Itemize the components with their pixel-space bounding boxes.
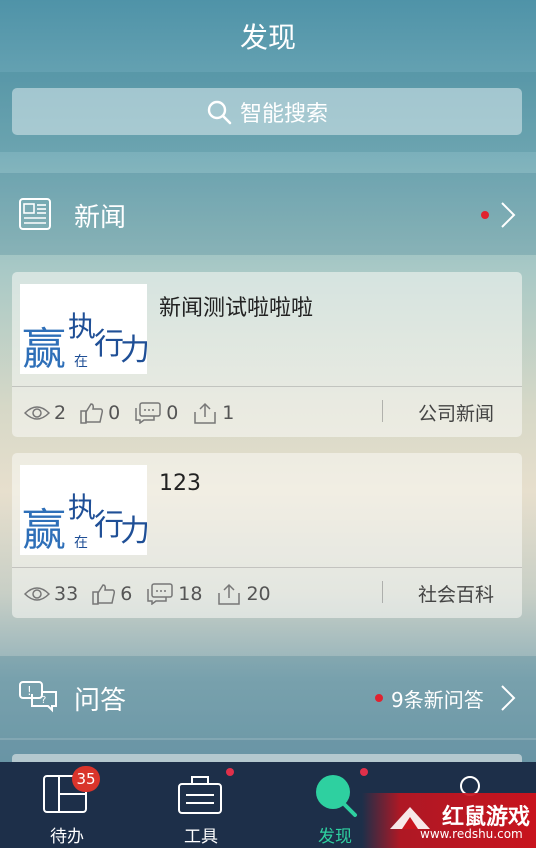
views-stat: 2 (24, 402, 66, 424)
thumbs-up-icon (92, 584, 116, 605)
comments-stat[interactable]: 0 (134, 402, 178, 424)
views-count: 33 (54, 583, 79, 605)
tab-label: 工具 (184, 827, 218, 847)
svg-text:?: ? (41, 695, 46, 706)
share-icon (194, 402, 217, 424)
views-count: 2 (54, 402, 67, 424)
watermark: 红鼠游戏 www.redshu.com (362, 793, 536, 848)
svg-text:执: 执 (68, 491, 96, 524)
divider (382, 581, 383, 603)
newspaper-icon (19, 198, 51, 230)
qa-unread-dot (375, 694, 383, 702)
toolbox-icon (178, 776, 222, 814)
news-category: 社会百科 (417, 584, 494, 606)
comments-stat[interactable]: 18 (146, 583, 202, 605)
news-card[interactable]: 赢 执 在 行 力 新闻测试啦啦啦 2 0 0 1 公司新闻 (12, 272, 522, 437)
news-title: 新闻测试啦啦啦 (159, 296, 314, 321)
svg-text:赢: 赢 (22, 505, 66, 555)
eye-icon (24, 406, 50, 420)
search-bar[interactable]: 智能搜索 (12, 88, 522, 135)
thumbs-up-icon (80, 403, 104, 424)
comments-count: 18 (178, 583, 203, 605)
svg-text:在: 在 (74, 535, 88, 551)
news-stats: 33 6 18 20 (24, 581, 285, 607)
likes-stat[interactable]: 6 (92, 583, 132, 605)
shares-stat[interactable]: 1 (192, 402, 234, 424)
discover-unread-dot (360, 768, 368, 776)
divider (12, 567, 522, 568)
chat-bubbles-icon: ! ? (19, 681, 57, 713)
svg-text:赢: 赢 (22, 324, 66, 374)
search-placeholder: 智能搜索 (239, 101, 328, 127)
search-icon (316, 775, 357, 817)
chevron-right-icon (501, 685, 516, 711)
comment-icon (147, 583, 174, 605)
qa-section-header[interactable]: ! ? 问答 9条新问答 (0, 656, 536, 738)
divider (382, 400, 383, 422)
tab-tools[interactable]: 工具 (134, 762, 268, 848)
search-icon (207, 100, 232, 124)
svg-text:力: 力 (120, 333, 147, 368)
logo-image: 赢 执 在 行 力 (22, 310, 147, 374)
news-section-title: 新闻 (74, 203, 127, 233)
news-unread-dot (481, 211, 489, 219)
news-stats: 2 0 0 1 (24, 400, 248, 426)
likes-stat[interactable]: 0 (80, 402, 120, 424)
news-section-header[interactable]: 新闻 (0, 173, 536, 255)
shares-stat[interactable]: 20 (216, 583, 271, 605)
eye-icon (24, 587, 50, 601)
news-card[interactable]: 赢 执 在 行 力 123 33 6 18 20 社会百科 (12, 453, 522, 618)
shares-count: 1 (222, 402, 235, 424)
likes-count: 0 (108, 402, 121, 424)
likes-count: 6 (120, 583, 133, 605)
shares-count: 20 (246, 583, 271, 605)
news-category: 公司新闻 (417, 403, 494, 425)
svg-text:执: 执 (68, 310, 96, 343)
tab-todo[interactable]: 35 待办 (0, 762, 134, 848)
qa-new-count: 9条新问答 (391, 688, 484, 712)
todo-count-badge: 35 (72, 766, 100, 792)
divider (12, 386, 522, 387)
watermark-url: www.redshu.com (420, 827, 523, 841)
news-thumbnail: 赢 执 在 行 力 (20, 284, 147, 374)
chevron-right-icon (501, 202, 516, 228)
svg-text:在: 在 (74, 354, 88, 370)
views-stat: 33 (24, 583, 78, 605)
svg-text:力: 力 (120, 514, 147, 549)
qa-section-title: 问答 (74, 686, 127, 716)
top-bar: 发现 (0, 0, 536, 72)
share-icon (218, 583, 241, 605)
logo-image: 赢 执 在 行 力 (22, 491, 147, 555)
news-title: 123 (159, 471, 201, 496)
comments-count: 0 (166, 402, 179, 424)
tools-unread-dot (226, 768, 234, 776)
news-thumbnail: 赢 执 在 行 力 (20, 465, 147, 555)
comment-icon (135, 402, 161, 424)
page-title: 发现 (239, 21, 296, 54)
tab-label: 待办 (50, 827, 84, 847)
